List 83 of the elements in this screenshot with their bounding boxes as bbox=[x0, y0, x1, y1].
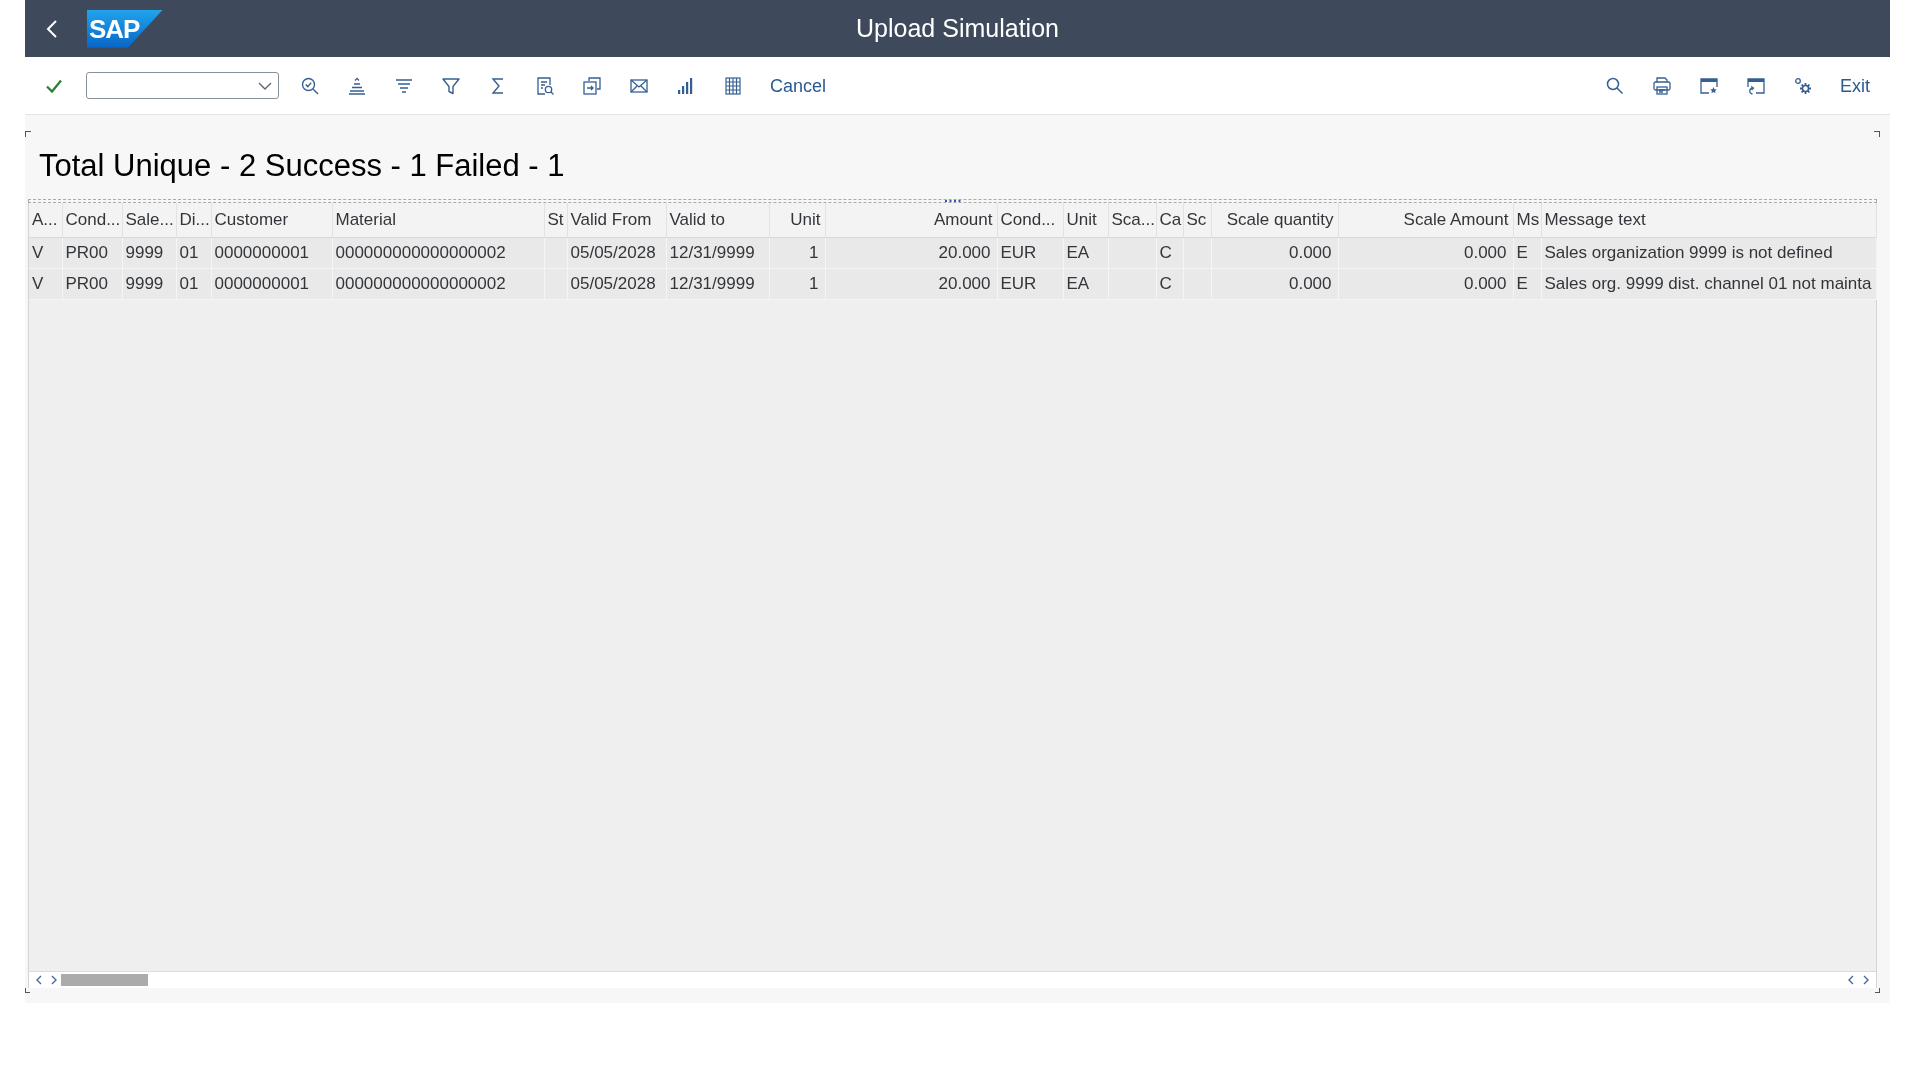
table-cell: 9999 bbox=[122, 237, 176, 268]
table-cell: C bbox=[1156, 268, 1183, 299]
window-star-icon[interactable] bbox=[1699, 75, 1719, 96]
column-header[interactable]: St bbox=[544, 203, 567, 237]
report-title: Total Unique - 2 Success - 1 Failed - 1 bbox=[39, 149, 565, 181]
table-cell: 05/05/2028 bbox=[567, 268, 666, 299]
back-icon[interactable] bbox=[46, 18, 58, 39]
document-search-icon[interactable] bbox=[535, 75, 555, 96]
table-cell: E bbox=[1513, 268, 1541, 299]
table-cell: 0000000001 bbox=[211, 268, 332, 299]
corner-mark-icon bbox=[25, 131, 31, 137]
magnifier-check-icon[interactable] bbox=[300, 75, 320, 96]
chevron-left-icon[interactable] bbox=[1847, 975, 1855, 985]
column-header[interactable]: Unit bbox=[1063, 203, 1108, 237]
table-cell: 01 bbox=[176, 268, 211, 299]
table-cell: EA bbox=[1063, 268, 1108, 299]
column-header[interactable]: Di... bbox=[176, 203, 211, 237]
table-cell: E bbox=[1513, 237, 1541, 268]
horizontal-scrollbar[interactable] bbox=[29, 971, 1876, 988]
table-cell: 0000000001 bbox=[211, 237, 332, 268]
table-cell: Sales organization 9999 is not defined bbox=[1541, 237, 1876, 268]
table-cell: 05/05/2028 bbox=[567, 237, 666, 268]
filter-icon[interactable] bbox=[441, 75, 461, 96]
table-cell: V bbox=[29, 237, 62, 268]
window-title: Upload Simulation bbox=[856, 16, 1059, 41]
window-arrow-icon[interactable] bbox=[1746, 75, 1766, 96]
column-header[interactable]: Cond... bbox=[997, 203, 1063, 237]
column-header[interactable]: Customer bbox=[211, 203, 332, 237]
column-header[interactable]: Material bbox=[332, 203, 544, 237]
table-row[interactable]: V PR00 9999 01 0000000001 000000000000000002 05/05/2028 12/31/9999 1 20.000 EUR EA C 0.000 0.000 E Sales organization 9999 is not defined bbox=[29, 237, 1876, 268]
table-cell: 0.000 bbox=[1211, 268, 1338, 299]
table-row[interactable]: V PR00 9999 01 0000000001 000000000000000002 05/05/2028 12/31/9999 1 20.000 EUR EA C 0.000 0.000 E Sales org. 9999 dist. channel 01 not mainta bbox=[29, 268, 1876, 299]
table-cell: 9999 bbox=[122, 268, 176, 299]
table-cell: Sales org. 9999 dist. channel 01 not mainta bbox=[1541, 268, 1876, 299]
column-header[interactable]: Amount bbox=[825, 203, 997, 237]
table-cell: 20.000 bbox=[825, 237, 997, 268]
column-header[interactable]: Valid From bbox=[567, 203, 666, 237]
export-icon[interactable] bbox=[582, 75, 602, 96]
column-header[interactable]: Scale Amount bbox=[1338, 203, 1513, 237]
sort-ascending-icon[interactable] bbox=[347, 75, 367, 96]
table-icon[interactable] bbox=[723, 75, 743, 96]
column-header[interactable]: Ca bbox=[1156, 203, 1183, 237]
exit-button[interactable]: Exit bbox=[1840, 76, 1870, 95]
table-cell: 000000000000000002 bbox=[332, 237, 544, 268]
table-cell: 1 bbox=[769, 268, 825, 299]
column-header[interactable]: Sc bbox=[1183, 203, 1211, 237]
table-cell: EUR bbox=[997, 237, 1063, 268]
column-header[interactable]: A... bbox=[29, 203, 62, 237]
table-cell: V bbox=[29, 268, 62, 299]
table-cell: PR00 bbox=[62, 237, 122, 268]
table-cell: 20.000 bbox=[825, 268, 997, 299]
table-cell: EUR bbox=[997, 268, 1063, 299]
column-header[interactable]: Valid to bbox=[666, 203, 769, 237]
table-cell: 01 bbox=[176, 237, 211, 268]
logo: SAP bbox=[87, 9, 163, 48]
corner-mark-icon bbox=[1874, 131, 1880, 137]
column-header[interactable]: Sca... bbox=[1108, 203, 1156, 237]
column-header[interactable]: Message text bbox=[1541, 203, 1876, 237]
table-cell: 1 bbox=[769, 237, 825, 268]
column-header[interactable]: Unit bbox=[769, 203, 825, 237]
printer-icon[interactable] bbox=[1652, 75, 1672, 96]
table-cell: PR00 bbox=[62, 268, 122, 299]
scrollbar-thumb[interactable] bbox=[61, 974, 148, 986]
table-cell: 12/31/9999 bbox=[666, 237, 769, 268]
cancel-button[interactable]: Cancel bbox=[770, 76, 827, 95]
chevron-left-icon[interactable] bbox=[35, 975, 43, 985]
column-header[interactable]: Sale... bbox=[122, 203, 176, 237]
search-icon[interactable] bbox=[1605, 75, 1625, 96]
caret-icon bbox=[258, 81, 272, 90]
table-cell: EA bbox=[1063, 237, 1108, 268]
table-cell: 0.000 bbox=[1338, 237, 1513, 268]
gears-icon[interactable] bbox=[1793, 75, 1813, 96]
chevron-right-icon[interactable] bbox=[50, 975, 58, 985]
dropdown-field[interactable] bbox=[86, 72, 279, 99]
column-header[interactable]: Scale quantity bbox=[1211, 203, 1338, 237]
table-cell: C bbox=[1156, 237, 1183, 268]
table-cell: 12/31/9999 bbox=[666, 268, 769, 299]
column-header[interactable]: Ms bbox=[1513, 203, 1541, 237]
table-cell: 0.000 bbox=[1211, 237, 1338, 268]
table-cell: 000000000000000002 bbox=[332, 268, 544, 299]
column-header[interactable]: Cond... bbox=[62, 203, 122, 237]
table-cell: 0.000 bbox=[1338, 268, 1513, 299]
chevron-right-icon[interactable] bbox=[1862, 975, 1870, 985]
